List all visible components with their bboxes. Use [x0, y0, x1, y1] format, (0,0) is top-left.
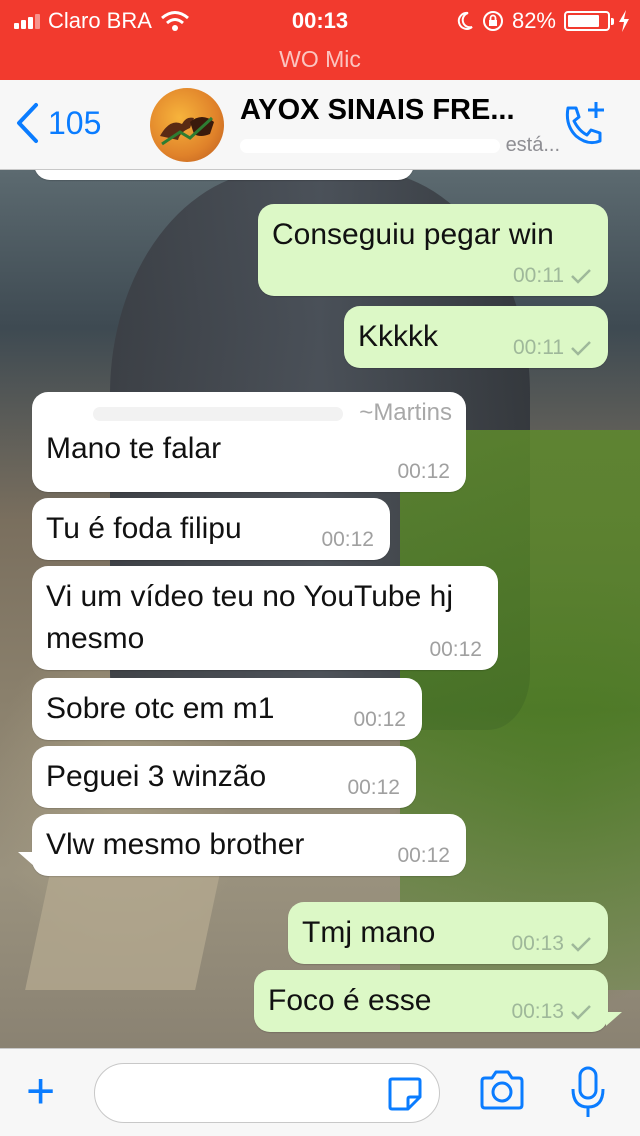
message-text: Conseguiu pegar win [272, 218, 554, 251]
check-icon [571, 1005, 591, 1020]
message-bubble[interactable]: Foco é esse 00:13 [254, 970, 608, 1032]
attach-plus-icon[interactable]: + [26, 1066, 55, 1116]
message-bubble[interactable]: Vlw mesmo brother 00:12 [32, 814, 466, 876]
message-time: 00:12 [353, 708, 406, 731]
message-text: Vlw mesmo brother [46, 828, 305, 861]
bubble-tail [606, 1012, 622, 1026]
chat-subtitle: está... [240, 134, 560, 157]
message-bubble[interactable]: Tu é foda filipu 00:12 [32, 498, 390, 560]
message-bubble[interactable]: Tmj mano 00:13 [288, 902, 608, 964]
sticker-icon[interactable] [386, 1075, 424, 1113]
check-icon [571, 341, 591, 356]
message-bubble[interactable]: Kkkkk 00:11 [344, 306, 608, 368]
message-text: Mano te falar [46, 432, 222, 465]
message-time: 00:11 [513, 264, 564, 287]
message-time: 00:12 [429, 638, 482, 661]
message-time: 00:13 [511, 932, 564, 955]
chat-area[interactable]: Conseguiu pegar win 00:11 Kkkkk 00:11 ~M… [0, 170, 640, 1048]
message-text: Vi um vídeo teu no YouTube hj mesmo [46, 580, 453, 655]
message-bubble[interactable]: Conseguiu pegar win 00:11 [258, 204, 608, 296]
status-bar: Claro BRA 00:13 82% [0, 0, 640, 42]
bull-bear-logo-icon [160, 116, 214, 146]
message-time: 00:13 [511, 1000, 564, 1023]
moon-icon [457, 11, 473, 30]
add-call-icon[interactable] [558, 100, 608, 150]
chat-header: 105 AYOX SINAIS FRE... está... [0, 80, 640, 170]
wo-mic-banner[interactable]: WO Mic [0, 42, 640, 80]
chevron-left-icon [17, 103, 38, 143]
message-bubble[interactable]: ~Martins Mano te falar 00:12 [32, 392, 466, 492]
camera-icon[interactable] [478, 1069, 526, 1113]
message-bubble[interactable]: Peguei 3 winzão 00:12 [32, 746, 416, 808]
back-button[interactable]: 105 [14, 102, 101, 144]
chat-title[interactable]: AYOX SINAIS FRE... [240, 94, 515, 127]
bubble-tail [18, 852, 34, 866]
check-icon [571, 269, 591, 284]
message-time: 00:12 [321, 528, 374, 551]
message-bubble[interactable]: Sobre otc em m1 00:12 [32, 678, 422, 740]
battery-icon [564, 11, 614, 31]
check-icon [571, 937, 591, 952]
message-time: 00:12 [397, 844, 450, 867]
input-bar: + [0, 1048, 640, 1136]
subtitle-text: está... [505, 134, 561, 156]
message-time: 00:12 [397, 460, 450, 483]
message-time: 00:12 [347, 776, 400, 799]
unread-count: 105 [48, 104, 102, 141]
rotation-lock-icon [482, 11, 503, 31]
microphone-icon[interactable] [568, 1065, 608, 1121]
charging-bolt-icon [619, 10, 629, 32]
message-time: 00:11 [513, 336, 564, 359]
message-bubble[interactable]: Vi um vídeo teu no YouTube hj mesmo 00:1… [32, 566, 498, 670]
sender-name[interactable]: ~Martins [46, 398, 452, 428]
battery-percent: 82% [511, 8, 556, 33]
previous-message-bubble[interactable] [34, 170, 414, 180]
group-avatar[interactable] [150, 88, 224, 162]
